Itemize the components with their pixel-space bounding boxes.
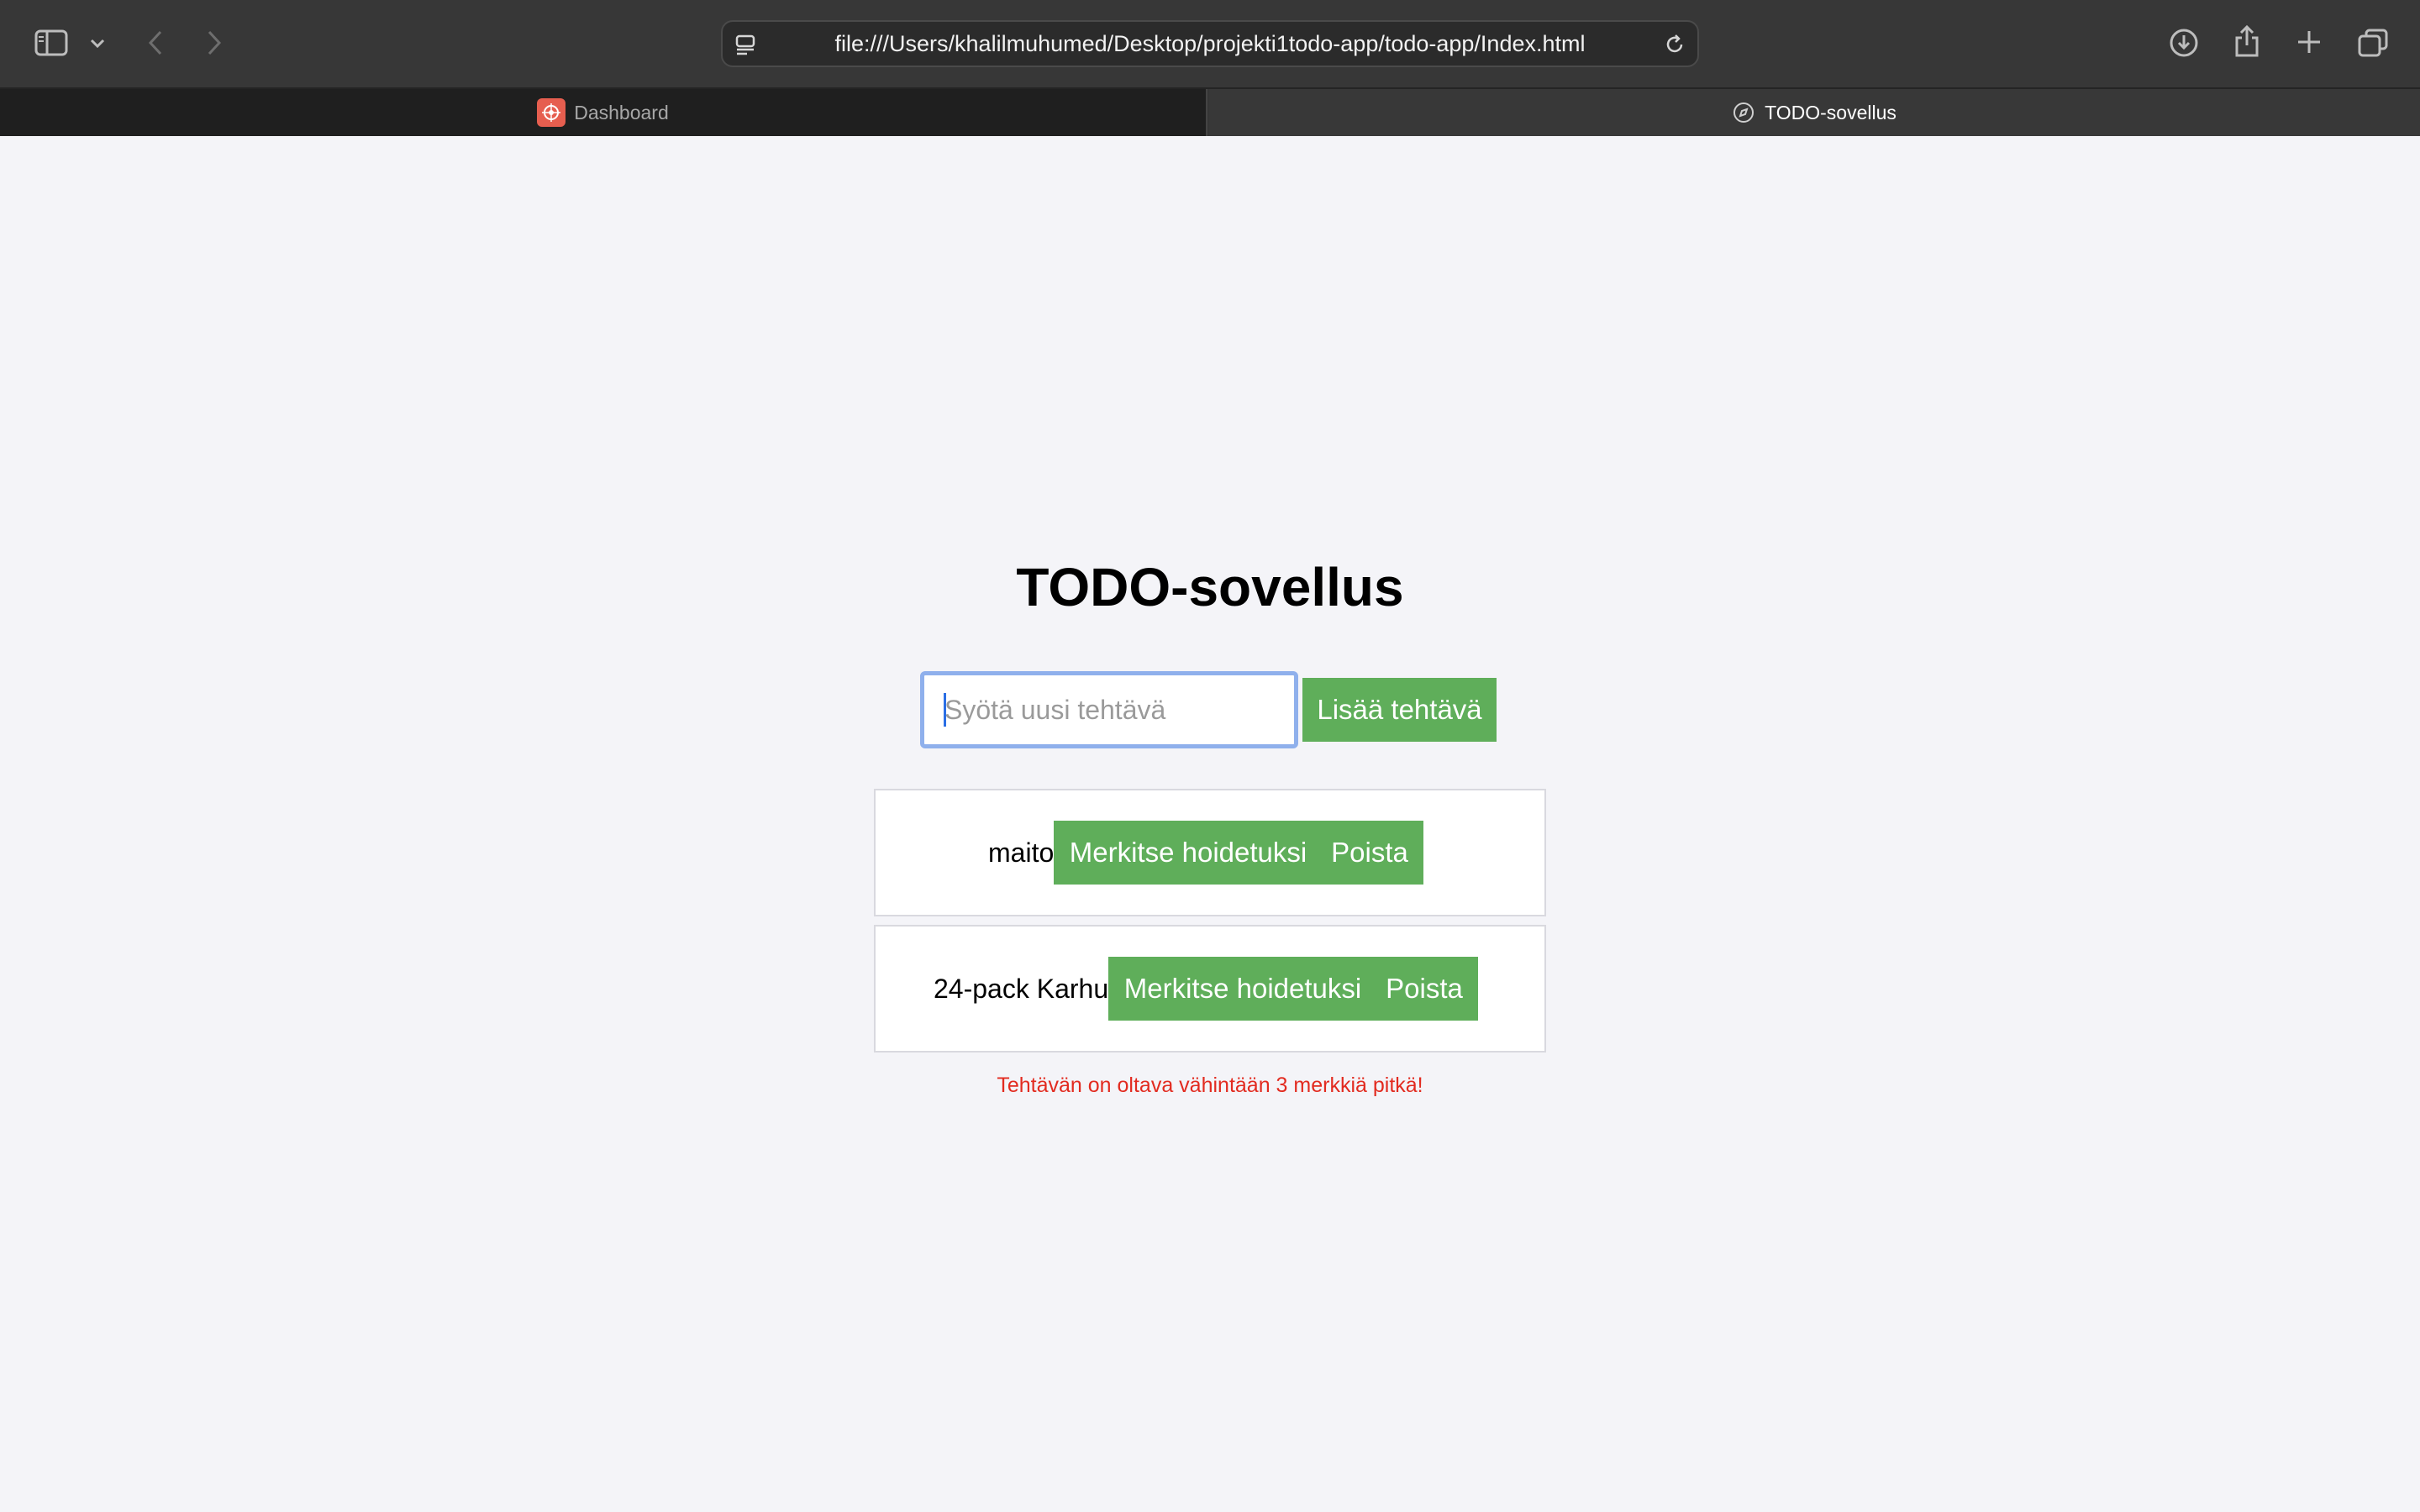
delete-button[interactable]: Poista: [1370, 957, 1478, 1021]
reload-icon[interactable]: [1662, 32, 1687, 57]
todo-item: maito Merkitse hoidetuksi Poista: [874, 789, 1546, 916]
share-icon[interactable]: [2232, 24, 2262, 59]
tab-overview-icon[interactable]: [2356, 27, 2390, 59]
url-text: file:///Users/khalilmuhumed/Desktop/proj…: [834, 31, 1586, 56]
todo-text: maito: [988, 837, 1055, 868]
new-tab-icon[interactable]: [2294, 27, 2324, 57]
browser-chrome: file:///Users/khalilmuhumed/Desktop/proj…: [0, 0, 2420, 136]
sidebar-icon[interactable]: [34, 27, 69, 59]
tab-bar: Dashboard TODO-sovellus: [0, 87, 2420, 136]
compass-icon: [1733, 102, 1754, 123]
tab-dashboard[interactable]: Dashboard: [0, 89, 1207, 136]
page-title: TODO-sovellus: [1016, 557, 1404, 617]
mark-done-button[interactable]: Merkitse hoidetuksi: [1054, 821, 1323, 885]
browser-toolbar: file:///Users/khalilmuhumed/Desktop/proj…: [0, 0, 2420, 87]
page-content: TODO-sovellus Lisää tehtävä maito Merkit…: [0, 136, 2420, 1512]
mark-done-button[interactable]: Merkitse hoidetuksi: [1108, 957, 1377, 1021]
todo-text: 24-pack Karhu: [934, 974, 1109, 1004]
address-bar[interactable]: file:///Users/khalilmuhumed/Desktop/proj…: [721, 20, 1699, 67]
forward-icon[interactable]: [202, 27, 227, 59]
tab-label: TODO-sovellus: [1765, 101, 1897, 123]
chevron-down-icon[interactable]: [87, 34, 108, 54]
tab-todo-sovellus[interactable]: TODO-sovellus: [1209, 89, 2420, 136]
text-caret: [944, 693, 946, 727]
new-task-input[interactable]: [920, 671, 1298, 748]
back-icon[interactable]: [143, 27, 168, 59]
todo-item: 24-pack Karhu Merkitse hoidetuksi Poista: [874, 925, 1546, 1053]
dashboard-favicon-icon: [537, 98, 566, 127]
download-icon[interactable]: [2168, 27, 2200, 59]
tab-label: Dashboard: [574, 101, 669, 123]
delete-button[interactable]: Poista: [1316, 821, 1423, 885]
error-message: Tehtävän on oltava vähintään 3 merkkiä p…: [997, 1074, 1423, 1097]
add-task-button[interactable]: Lisää tehtävä: [1302, 678, 1497, 742]
